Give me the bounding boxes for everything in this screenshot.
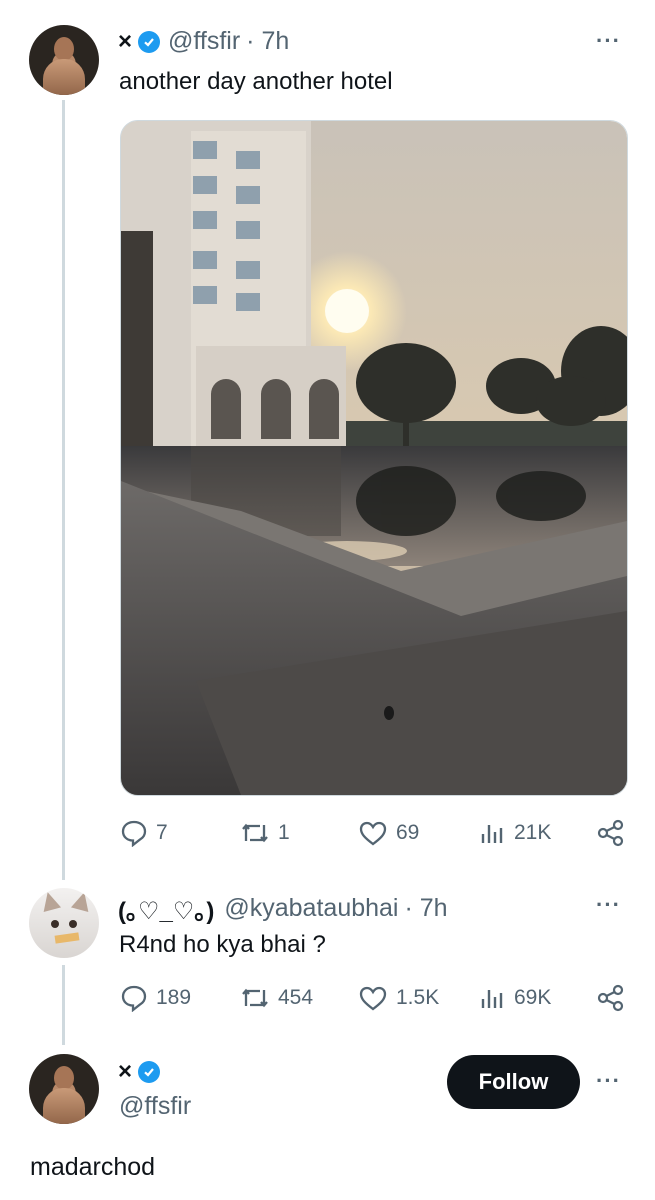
reply-icon (121, 985, 147, 1012)
thread-line (62, 965, 65, 1045)
heart-icon (359, 821, 387, 846)
share-icon (597, 819, 624, 847)
views-icon (481, 825, 503, 843)
reply-button[interactable]: 7 (120, 819, 168, 847)
more-options-icon[interactable]: ··· (596, 28, 621, 54)
like-button[interactable]: 69 (358, 819, 419, 847)
avatar[interactable] (29, 888, 99, 958)
display-name[interactable]: × (118, 28, 132, 56)
tweet-text: madarchod (30, 1153, 156, 1181)
tweet-text: another day another hotel (119, 68, 393, 95)
tweet-header: × @ffsfir · 7h (118, 27, 289, 56)
display-name[interactable]: (｡♡_♡｡) (118, 891, 214, 926)
hotel-pool-image (121, 121, 627, 795)
follow-button[interactable]: Follow (447, 1055, 580, 1109)
share-button[interactable] (596, 818, 626, 848)
reply-icon (121, 820, 147, 847)
avatar[interactable] (29, 1054, 99, 1124)
verified-badge-icon (138, 30, 161, 53)
like-count: 69 (396, 821, 420, 844)
repost-button[interactable]: 1 (240, 819, 290, 847)
repost-icon (242, 988, 268, 1008)
profile-name-line: × (118, 1058, 168, 1086)
handle[interactable]: @ffsfir (168, 27, 240, 56)
repost-button[interactable]: 454 (240, 984, 313, 1012)
avatar[interactable] (29, 25, 99, 95)
share-icon (597, 984, 624, 1012)
more-options-icon[interactable]: ··· (596, 1068, 621, 1094)
share-button[interactable] (596, 983, 626, 1013)
tweet-text: R4nd ho kya bhai ? (119, 931, 326, 958)
views-count: 21K (514, 821, 552, 844)
verified-badge-icon (138, 1061, 161, 1083)
profile-handle[interactable]: @ffsfir (119, 1092, 191, 1121)
reply-count: 7 (156, 821, 168, 844)
repost-count: 1 (278, 821, 290, 844)
handle[interactable]: @ffsfir (119, 1092, 191, 1121)
repost-icon (242, 823, 268, 843)
more-options-icon[interactable]: ··· (596, 892, 621, 918)
like-count: 1.5K (396, 986, 440, 1009)
reply-button[interactable]: 189 (120, 984, 191, 1012)
tweet-header: (｡♡_♡｡) @kyabataubhai · 7h (118, 891, 448, 926)
views-count: 69K (514, 986, 552, 1009)
reply-count: 189 (156, 986, 192, 1009)
timestamp[interactable]: · 7h (246, 27, 289, 56)
views-icon (481, 990, 503, 1008)
views-button[interactable]: 21K (478, 819, 551, 847)
heart-icon (359, 986, 387, 1011)
repost-count: 454 (278, 986, 314, 1009)
views-button[interactable]: 69K (478, 984, 551, 1012)
handle[interactable]: @kyabataubhai (224, 894, 398, 923)
like-button[interactable]: 1.5K (358, 984, 439, 1012)
thread-line (62, 100, 65, 880)
tweet-photo[interactable] (120, 120, 628, 796)
display-name[interactable]: × (118, 1058, 132, 1086)
timestamp[interactable]: · 7h (404, 894, 447, 923)
